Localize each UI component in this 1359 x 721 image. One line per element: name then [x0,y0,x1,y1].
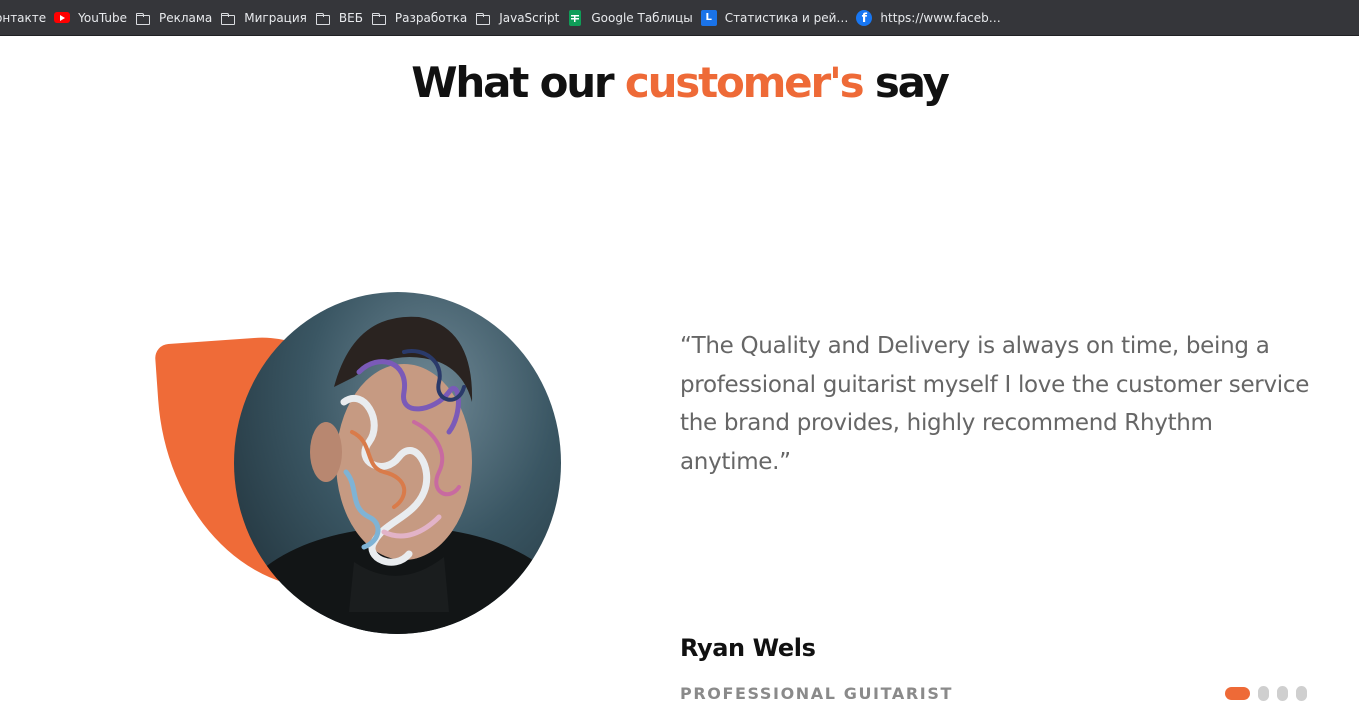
title-accent: customer's [624,58,865,107]
l-badge-icon: L [700,9,717,26]
bookmark-folder-reklama[interactable]: Реклама [135,6,220,30]
google-sheets-icon [569,9,582,26]
bookmark-folder-web[interactable]: ВЕБ [315,6,371,30]
bookmark-label: https://www.faceb… [880,10,1001,25]
youtube-icon [54,12,71,23]
folder-icon [315,10,331,26]
bookmark-folder-javascript[interactable]: JavaScript [475,6,567,30]
testimonial-quote: “The Quality and Delivery is always on t… [680,333,1310,475]
bookmark-label: ВЕБ [338,10,363,25]
bookmark-label: Миграция [244,10,307,25]
author-name: Ryan Wels [680,634,816,662]
bookmark-google-sheets[interactable]: Google Таблицы [567,6,700,30]
carousel-dot-1[interactable] [1225,687,1250,700]
customer-avatar [234,292,561,634]
title-part1: What our [411,58,614,107]
carousel-dot-2[interactable] [1258,686,1269,701]
bookmark-statistics[interactable]: L Статистика и рей… [700,6,857,30]
bookmark-vkontakte[interactable]: онтакте [0,6,54,30]
bookmark-facebook[interactable]: f https://www.faceb… [856,6,1008,30]
bookmark-folder-development[interactable]: Разработка [371,6,475,30]
title-part2: say [874,58,950,107]
folder-icon [371,10,387,26]
section-title: What our customer's say [0,58,1359,107]
bookmark-label: Статистика и рей… [724,10,849,25]
bookmark-label: Реклама [158,10,213,25]
bookmark-label: Разработка [394,10,468,25]
bookmark-folder-migration[interactable]: Миграция [220,6,315,30]
bookmark-label: JavaScript [499,10,560,25]
bookmark-label: YouTube [78,10,127,25]
bookmark-youtube[interactable]: YouTube [54,6,135,30]
folder-icon [135,10,151,26]
folder-icon [220,10,236,26]
bookmark-label: Google Таблицы [591,10,693,25]
author-role: PROFESSIONAL GUITARIST [680,684,953,703]
carousel-dot-3[interactable] [1277,686,1288,701]
bookmark-label: онтакте [0,10,47,25]
carousel-dot-4[interactable] [1296,686,1307,701]
bookmarks-bar: онтакте YouTube Реклама Миграция ВЕБ Раз… [0,0,1359,36]
carousel-pagination [1225,686,1307,701]
folder-icon [475,10,491,26]
facebook-icon: f [856,9,873,26]
